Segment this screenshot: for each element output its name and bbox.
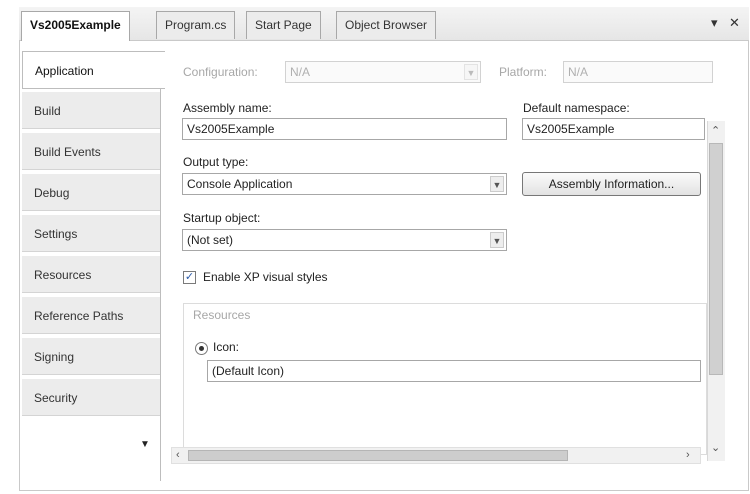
chevron-down-icon: ▼ bbox=[490, 232, 504, 248]
project-properties-window: Vs2005Example Program.cs Start Page Obje… bbox=[19, 7, 749, 491]
assembly-information-button[interactable]: Assembly Information... bbox=[522, 172, 701, 196]
application-page: Configuration: N/A ▼ Platform: N/A Assem… bbox=[160, 51, 727, 481]
icon-radio[interactable] bbox=[195, 342, 208, 355]
horizontal-scrollbar[interactable]: ‹ › bbox=[171, 447, 701, 464]
assembly-name-input[interactable]: Vs2005Example bbox=[182, 118, 507, 140]
icon-combo[interactable]: (Default Icon) bbox=[207, 360, 701, 382]
close-icon[interactable]: ✕ bbox=[729, 15, 740, 31]
property-page-sidebar: Application Build Build Events Debug Set… bbox=[22, 51, 165, 471]
scroll-left-icon[interactable]: ‹ bbox=[176, 448, 180, 462]
output-type-value: Console Application bbox=[187, 177, 293, 191]
tab-vs2005example[interactable]: Vs2005Example bbox=[21, 11, 130, 41]
sidebar-item-build[interactable]: Build bbox=[22, 91, 160, 129]
properties-content: Application Build Build Events Debug Set… bbox=[19, 40, 749, 491]
startup-object-combo[interactable]: (Not set) ▼ bbox=[182, 229, 507, 251]
sidebar-item-debug[interactable]: Debug bbox=[22, 173, 160, 211]
scroll-right-icon[interactable]: › bbox=[686, 448, 690, 462]
default-namespace-label: Default namespace: bbox=[523, 101, 630, 115]
document-tab-strip: Vs2005Example Program.cs Start Page Obje… bbox=[19, 7, 749, 41]
vertical-scroll-thumb[interactable] bbox=[709, 143, 723, 375]
sidebar-item-signing[interactable]: Signing bbox=[22, 337, 160, 375]
tab-object-browser[interactable]: Object Browser bbox=[336, 11, 437, 39]
radio-dot-icon bbox=[199, 346, 204, 351]
sidebar-item-reference-paths[interactable]: Reference Paths bbox=[22, 296, 160, 334]
configuration-value: N/A bbox=[290, 65, 311, 79]
configuration-combo[interactable]: N/A ▼ bbox=[285, 61, 481, 83]
scroll-down-icon[interactable]: ⌄ bbox=[711, 441, 720, 455]
resources-group-label: Resources bbox=[191, 308, 253, 322]
default-namespace-input[interactable]: Vs2005Example bbox=[522, 118, 705, 140]
assembly-name-label: Assembly name: bbox=[183, 101, 272, 115]
scroll-up-icon[interactable]: ⌃ bbox=[711, 124, 720, 138]
sidebar-item-security[interactable]: Security bbox=[22, 378, 160, 416]
output-type-combo[interactable]: Console Application ▼ bbox=[182, 173, 507, 195]
platform-label: Platform: bbox=[499, 65, 548, 79]
output-type-label: Output type: bbox=[183, 155, 249, 169]
sidebar-item-build-events[interactable]: Build Events bbox=[22, 132, 160, 170]
horizontal-scroll-thumb[interactable] bbox=[188, 450, 568, 461]
sidebar-item-settings[interactable]: Settings bbox=[22, 214, 160, 252]
platform-value: N/A bbox=[568, 65, 589, 79]
icon-label[interactable]: Icon: bbox=[213, 340, 239, 354]
chevron-down-icon: ▼ bbox=[464, 64, 478, 80]
window-position-dropdown-icon[interactable]: ▾ bbox=[711, 15, 718, 31]
tab-start-page[interactable]: Start Page bbox=[246, 11, 321, 39]
platform-combo[interactable]: N/A bbox=[563, 61, 713, 83]
enable-xp-styles-checkbox[interactable]: ✓ bbox=[183, 271, 196, 284]
sidebar-item-application[interactable]: Application bbox=[22, 51, 165, 89]
chevron-down-icon: ▼ bbox=[490, 176, 504, 192]
startup-object-value: (Not set) bbox=[187, 233, 234, 247]
sidebar-item-resources[interactable]: Resources bbox=[22, 255, 160, 293]
configuration-label: Configuration: bbox=[183, 65, 258, 79]
enable-xp-styles-label[interactable]: Enable XP visual styles bbox=[203, 270, 328, 284]
tab-program-cs[interactable]: Program.cs bbox=[156, 11, 236, 39]
vertical-scrollbar[interactable]: ⌃ ⌄ bbox=[707, 121, 725, 461]
startup-object-label: Startup object: bbox=[183, 211, 261, 225]
more-pages-arrow-icon[interactable]: ▼ bbox=[140, 439, 150, 450]
